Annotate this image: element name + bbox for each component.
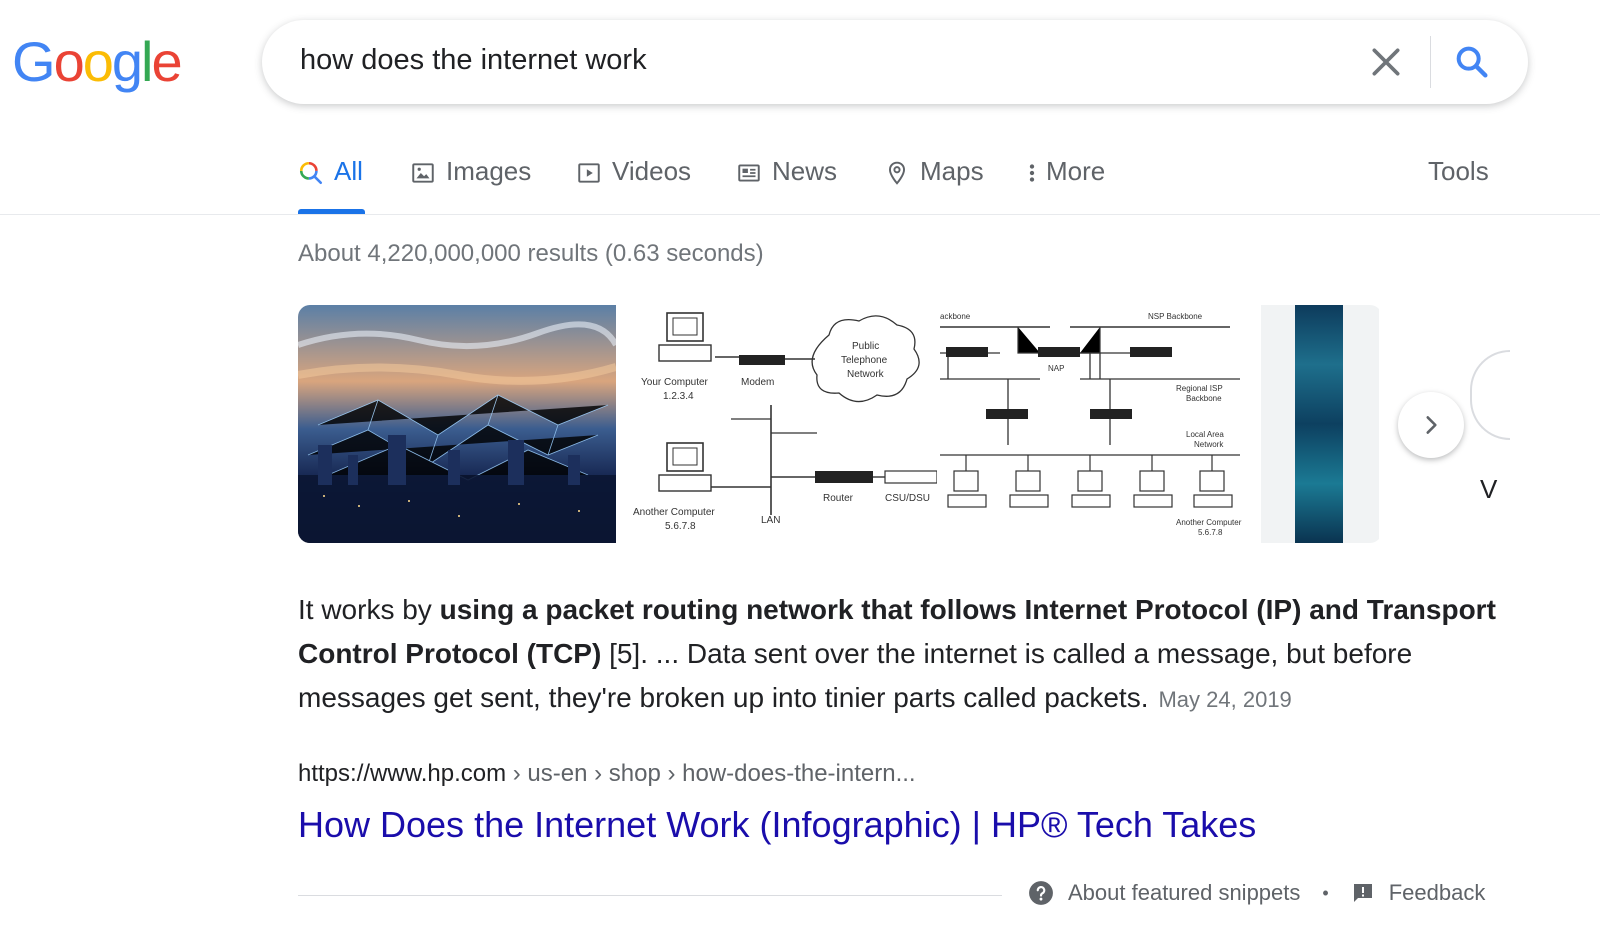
clear-search-button[interactable] xyxy=(1366,42,1406,82)
network-diagram-image: Your Computer 1.2.3.4 Modem Public Telep… xyxy=(633,312,938,532)
tab-maps[interactable]: Maps xyxy=(884,156,984,214)
diagram-label: Router xyxy=(823,493,854,504)
diagram-label: Network xyxy=(847,369,885,380)
diagram-label: LAN xyxy=(761,515,780,526)
carousel-next-button[interactable] xyxy=(1398,392,1464,458)
result-stats: About 4,220,000,000 results (0.63 second… xyxy=(298,240,764,267)
diagram-label: 5.6.7.8 xyxy=(665,521,696,532)
diagram-label: 1.2.3.4 xyxy=(663,391,694,402)
diagram-label: CSU/DSU xyxy=(885,493,930,504)
result-title-link[interactable]: How Does the Internet Work (Infographic)… xyxy=(298,804,1256,846)
diagram-label: Modem xyxy=(741,377,774,388)
chevron-right-icon xyxy=(1426,416,1437,434)
diagram-label: Network xyxy=(1194,440,1224,449)
diagram-label: Another Computer xyxy=(1176,518,1242,527)
footer-divider xyxy=(298,895,1002,896)
tab-more[interactable]: More xyxy=(1026,156,1105,214)
tab-images[interactable]: Images xyxy=(410,156,531,214)
diagram-label: Telephone xyxy=(841,355,888,366)
image-carousel: Your Computer 1.2.3.4 Modem Public Telep… xyxy=(298,305,1382,543)
logo-letter: e xyxy=(151,30,182,93)
search-box[interactable]: how does the internet work xyxy=(262,20,1528,104)
tab-label: News xyxy=(772,156,838,186)
logo-letter: l xyxy=(141,30,154,93)
partial-view-all-label: V xyxy=(1480,474,1498,504)
diagram-label: Public xyxy=(852,341,879,352)
feedback-icon xyxy=(1353,884,1372,902)
diagram-label: Regional ISP xyxy=(1176,384,1223,393)
tabs-divider xyxy=(0,214,1600,215)
tab-label: Images xyxy=(446,156,532,186)
diagram-label: ackbone xyxy=(940,312,971,321)
featured-snippet-text: It works by using a packet routing netwo… xyxy=(298,588,1498,722)
diagram-label: NAP xyxy=(1048,364,1064,373)
play-icon xyxy=(578,163,600,183)
map-pin-icon xyxy=(888,161,906,185)
logo-letter: G xyxy=(12,30,56,93)
logo-letter: o xyxy=(53,30,85,93)
diagram-label: 5.6.7.8 xyxy=(1198,528,1223,537)
image-thumbnail-network-diagram[interactable]: Your Computer 1.2.3.4 Modem Public Telep… xyxy=(619,305,938,543)
tab-label: Videos xyxy=(612,156,692,186)
tab-news[interactable]: News xyxy=(736,156,837,214)
about-snippets-link[interactable]: About featured snippets xyxy=(1068,880,1300,906)
tab-label: All xyxy=(334,156,363,186)
result-domain: https://www.hp.com xyxy=(298,760,507,787)
result-url[interactable]: https://www.hp.com › us-en › shop › how-… xyxy=(298,760,916,788)
feedback-link[interactable]: Feedback xyxy=(1389,880,1486,906)
search-tabs: All Images Videos News Maps More Tools xyxy=(298,150,1568,214)
close-icon xyxy=(1372,48,1400,76)
image-thumbnail-backbone-diagram[interactable]: ackbone NSP Backbone NAP Regional ISP Ba… xyxy=(940,305,1258,543)
city-network-image xyxy=(298,321,619,543)
google-logo[interactable]: Google xyxy=(12,30,183,93)
diagram-label: Local Area xyxy=(1186,430,1224,439)
diagram-label: NSP Backbone xyxy=(1148,312,1203,321)
tab-label: More xyxy=(1046,156,1106,186)
tab-all[interactable]: All xyxy=(298,156,365,214)
search-icon xyxy=(1456,46,1488,78)
logo-letter: o xyxy=(82,30,114,93)
image-icon xyxy=(412,163,434,183)
footer-separator: • xyxy=(1322,882,1329,903)
logo-letter: g xyxy=(111,30,143,93)
snippet-lead: It works by xyxy=(298,594,440,625)
snippet-footer: About featured snippets • Feedback xyxy=(1028,880,1485,906)
tab-label: Maps xyxy=(920,156,984,186)
search-divider xyxy=(1430,36,1431,88)
diagram-label: Another Computer xyxy=(633,507,715,518)
backbone-diagram-image: ackbone NSP Backbone NAP Regional ISP Ba… xyxy=(940,312,1242,537)
search-icon xyxy=(299,161,323,185)
result-path: › us-en › shop › how-does-the-intern... xyxy=(506,760,916,787)
tools-button[interactable]: Tools xyxy=(1428,156,1489,187)
search-button[interactable] xyxy=(1452,42,1492,82)
help-icon xyxy=(1029,881,1053,905)
diagram-label: Your Computer xyxy=(641,377,709,388)
snippet-date: May 24, 2019 xyxy=(1158,687,1292,712)
diagram-label: Backbone xyxy=(1186,394,1222,403)
more-vertical-icon xyxy=(1029,164,1035,182)
partial-view-all-button[interactable] xyxy=(1470,350,1510,440)
tab-videos[interactable]: Videos xyxy=(576,156,691,214)
search-input[interactable]: how does the internet work xyxy=(300,44,647,77)
news-icon xyxy=(738,164,760,182)
image-thumbnail-infographic[interactable] xyxy=(1261,305,1379,543)
infographic-strip xyxy=(1295,305,1343,543)
image-thumbnail-city[interactable] xyxy=(298,305,619,543)
